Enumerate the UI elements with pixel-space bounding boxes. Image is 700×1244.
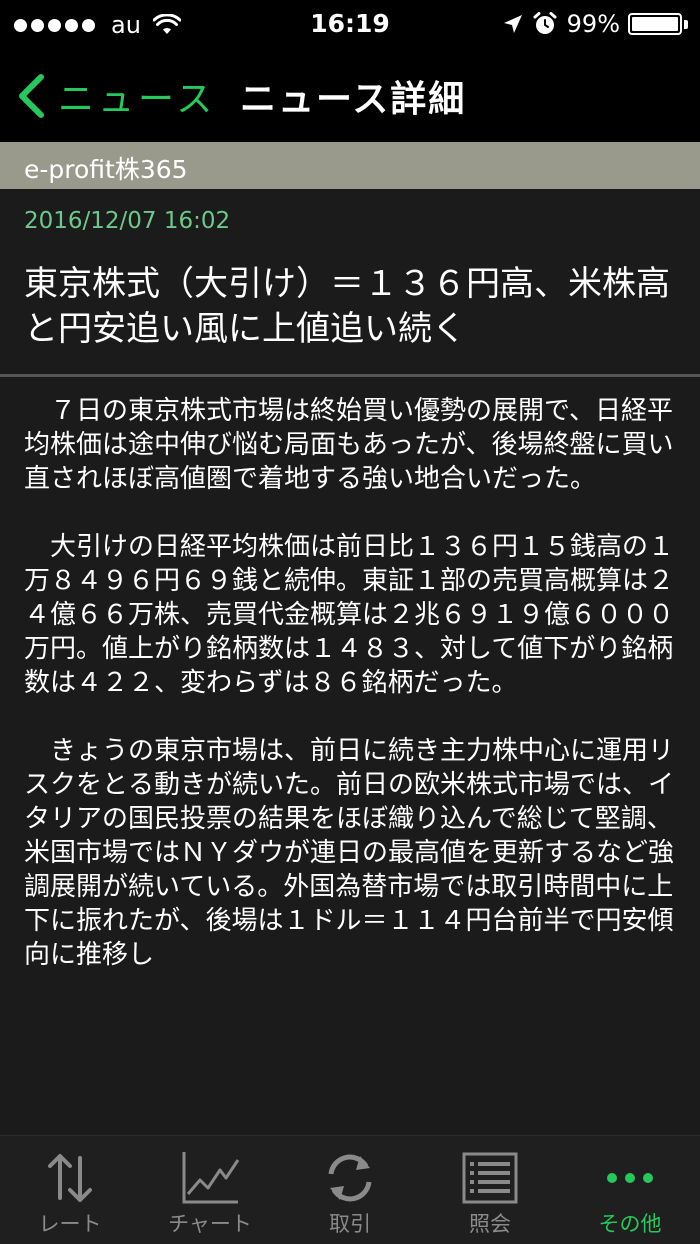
refresh-icon [328, 1154, 372, 1202]
chart-icon [182, 1152, 240, 1204]
tab-label: レート [38, 1212, 102, 1236]
article-paragraph: ７日の東京株式市場は終始買い優勢の展開で、日経平均株価は途中伸び悩む局面もあった… [24, 396, 674, 494]
alarm-clock-icon [533, 12, 557, 34]
tab-trade[interactable]: 取引 [280, 1136, 420, 1244]
navigation-bar: ニュース ニュース詳細 [0, 50, 700, 142]
rate-arrows-icon [48, 1154, 92, 1202]
status-right: 99% [503, 9, 688, 39]
header-divider [0, 374, 700, 377]
tab-rate[interactable]: レート [0, 1136, 140, 1244]
status-bar: au 16:19 99% [0, 0, 700, 50]
article-paragraph: 大引けの日経平均株価は前日比１３６円１５銭高の１万８４９６円６９銭と続伸。東証１… [24, 532, 674, 698]
battery-tip [684, 19, 688, 29]
source-label: e-profit株365 [24, 155, 188, 184]
source-bar: e-profit株365 [0, 142, 700, 189]
chevron-left-icon [19, 74, 44, 118]
tab-bar: レート チャート 取引 照会 その他 [0, 1135, 700, 1244]
battery-fill [632, 17, 678, 31]
location-arrow-icon [503, 15, 522, 33]
article-body[interactable]: ７日の東京株式市場は終始買い優勢の展開で、日経平均株価は途中伸び悩む局面もあった… [24, 394, 674, 1136]
back-button-label: ニュース [58, 79, 217, 120]
tab-inquiry[interactable]: 照会 [420, 1136, 560, 1244]
tab-label: 照会 [469, 1212, 511, 1236]
article-paragraph: きょうの東京市場は、前日に続き主力株中心に運用リスクをとる動きが続いた。前日の欧… [24, 736, 674, 970]
article-headline: 東京株式（大引け）＝１３６円高、米株高と円安追い風に上値追い続く [24, 264, 670, 349]
tab-label: その他 [598, 1212, 662, 1236]
back-button[interactable]: ニュース [16, 68, 216, 124]
battery-percent: 99% [566, 10, 620, 38]
page-title: ニュース詳細 [240, 79, 467, 120]
news-detail-screen: au 16:19 99% ニュース ニュース詳細 e-profit株365 20… [0, 0, 700, 1244]
battery-icon [628, 13, 682, 35]
tab-chart[interactable]: チャート [140, 1136, 280, 1244]
list-icon [462, 1152, 518, 1204]
tab-more[interactable]: その他 [560, 1136, 700, 1244]
tab-label: 取引 [329, 1212, 371, 1236]
article-date: 2016/12/07 16:02 [24, 208, 231, 234]
tab-label: チャート [168, 1212, 252, 1236]
more-dots-icon [607, 1173, 653, 1183]
